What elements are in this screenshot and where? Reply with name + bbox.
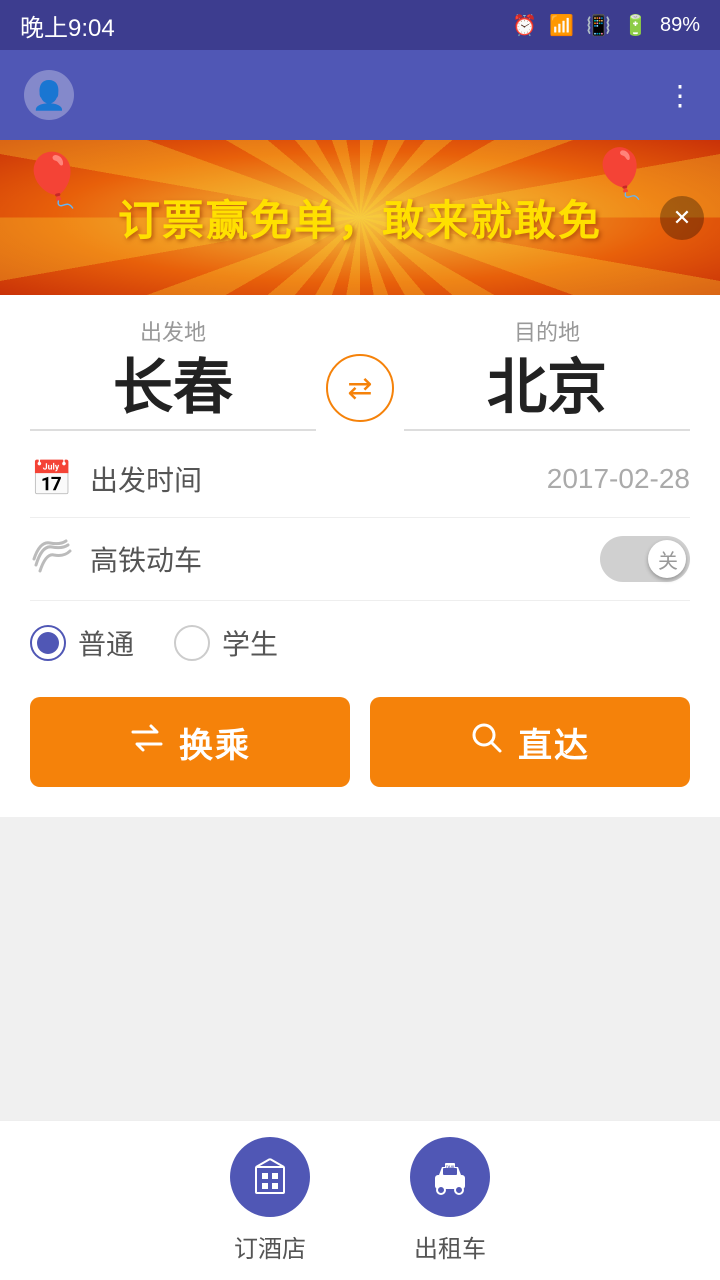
normal-radio-dot — [37, 632, 59, 654]
date-row[interactable]: 📅 出发时间 2017-02-28 — [30, 441, 690, 518]
swap-icon: ⇄ — [347, 371, 372, 406]
train-toggle[interactable]: 关 — [600, 536, 690, 582]
search-form: 出发地 长春 ⇄ 目的地 北京 📅 出发时间 2017-02-28 — [0, 295, 720, 817]
svg-text:TAXI: TAXI — [446, 1164, 455, 1169]
transfer-label: 换乘 — [179, 718, 251, 767]
date-value: 2017-02-28 — [547, 463, 690, 495]
status-time: 晚上9:04 — [20, 8, 115, 43]
hotel-label: 订酒店 — [234, 1229, 306, 1264]
bottom-navigation: 订酒店 TAXI 出租车 — [0, 1120, 720, 1280]
battery-percent: 89% — [660, 14, 700, 37]
balloon-right-icon: 🎈 — [590, 145, 650, 202]
passenger-type-row: 普通 学生 — [30, 601, 690, 673]
destination-underline — [404, 429, 690, 431]
calendar-icon: 📅 — [30, 459, 74, 499]
destination-label: 目的地 — [404, 315, 690, 347]
origin-label: 出发地 — [30, 315, 316, 347]
transfer-icon — [129, 722, 165, 762]
balloon-left-icon: 🎈 — [20, 150, 85, 211]
status-icons: ⏰ 📶 📳 🔋 89% — [512, 13, 700, 38]
destination-city: 北京 — [404, 355, 690, 421]
origin-city: 长春 — [30, 355, 316, 421]
search-buttons: 换乘 直达 — [30, 697, 690, 787]
normal-radio-circle — [30, 625, 66, 661]
transfer-button[interactable]: 换乘 — [30, 697, 350, 787]
taxi-label: 出租车 — [414, 1229, 486, 1264]
banner-close-button[interactable]: ✕ — [660, 196, 704, 240]
nav-taxi[interactable]: TAXI 出租车 — [410, 1137, 490, 1264]
user-icon: 👤 — [32, 79, 67, 112]
status-bar: 晚上9:04 ⏰ 📶 📳 🔋 89% — [0, 0, 720, 50]
train-icon — [30, 537, 74, 581]
normal-radio-label: 普通 — [78, 623, 134, 663]
banner-text: 订票赢免单，敢来就敢免 — [118, 187, 602, 248]
origin-destination-row: 出发地 长春 ⇄ 目的地 北京 — [30, 315, 690, 431]
avatar[interactable]: 👤 — [24, 70, 74, 120]
train-label: 高铁动车 — [90, 539, 600, 579]
destination-section[interactable]: 目的地 北京 — [404, 315, 690, 431]
wifi-icon: 📶 — [549, 13, 574, 38]
search-icon — [470, 721, 504, 763]
direct-button[interactable]: 直达 — [370, 697, 690, 787]
student-radio[interactable]: 学生 — [174, 623, 278, 663]
origin-underline — [30, 429, 316, 431]
toggle-state: 关 — [658, 545, 678, 574]
swap-button[interactable]: ⇄ — [326, 354, 394, 422]
nav-hotel[interactable]: 订酒店 — [230, 1137, 310, 1264]
direct-label: 直达 — [518, 718, 590, 767]
taxi-icon: TAXI — [410, 1137, 490, 1217]
hotel-icon — [230, 1137, 310, 1217]
normal-radio[interactable]: 普通 — [30, 623, 134, 663]
more-menu-button[interactable]: ⋮ — [666, 79, 696, 112]
battery-icon: 🔋 — [623, 13, 648, 38]
signal-icon: 📳 — [586, 13, 611, 38]
train-toggle-row: 高铁动车 关 — [30, 518, 690, 601]
app-header: 👤 ⋮ — [0, 50, 720, 140]
origin-section[interactable]: 出发地 长春 — [30, 315, 316, 431]
student-radio-label: 学生 — [222, 623, 278, 663]
alarm-icon: ⏰ — [512, 13, 537, 38]
student-radio-circle — [174, 625, 210, 661]
date-label: 出发时间 — [90, 459, 547, 499]
promo-banner: 🎈 订票赢免单，敢来就敢免 🎈 ✕ — [0, 140, 720, 295]
